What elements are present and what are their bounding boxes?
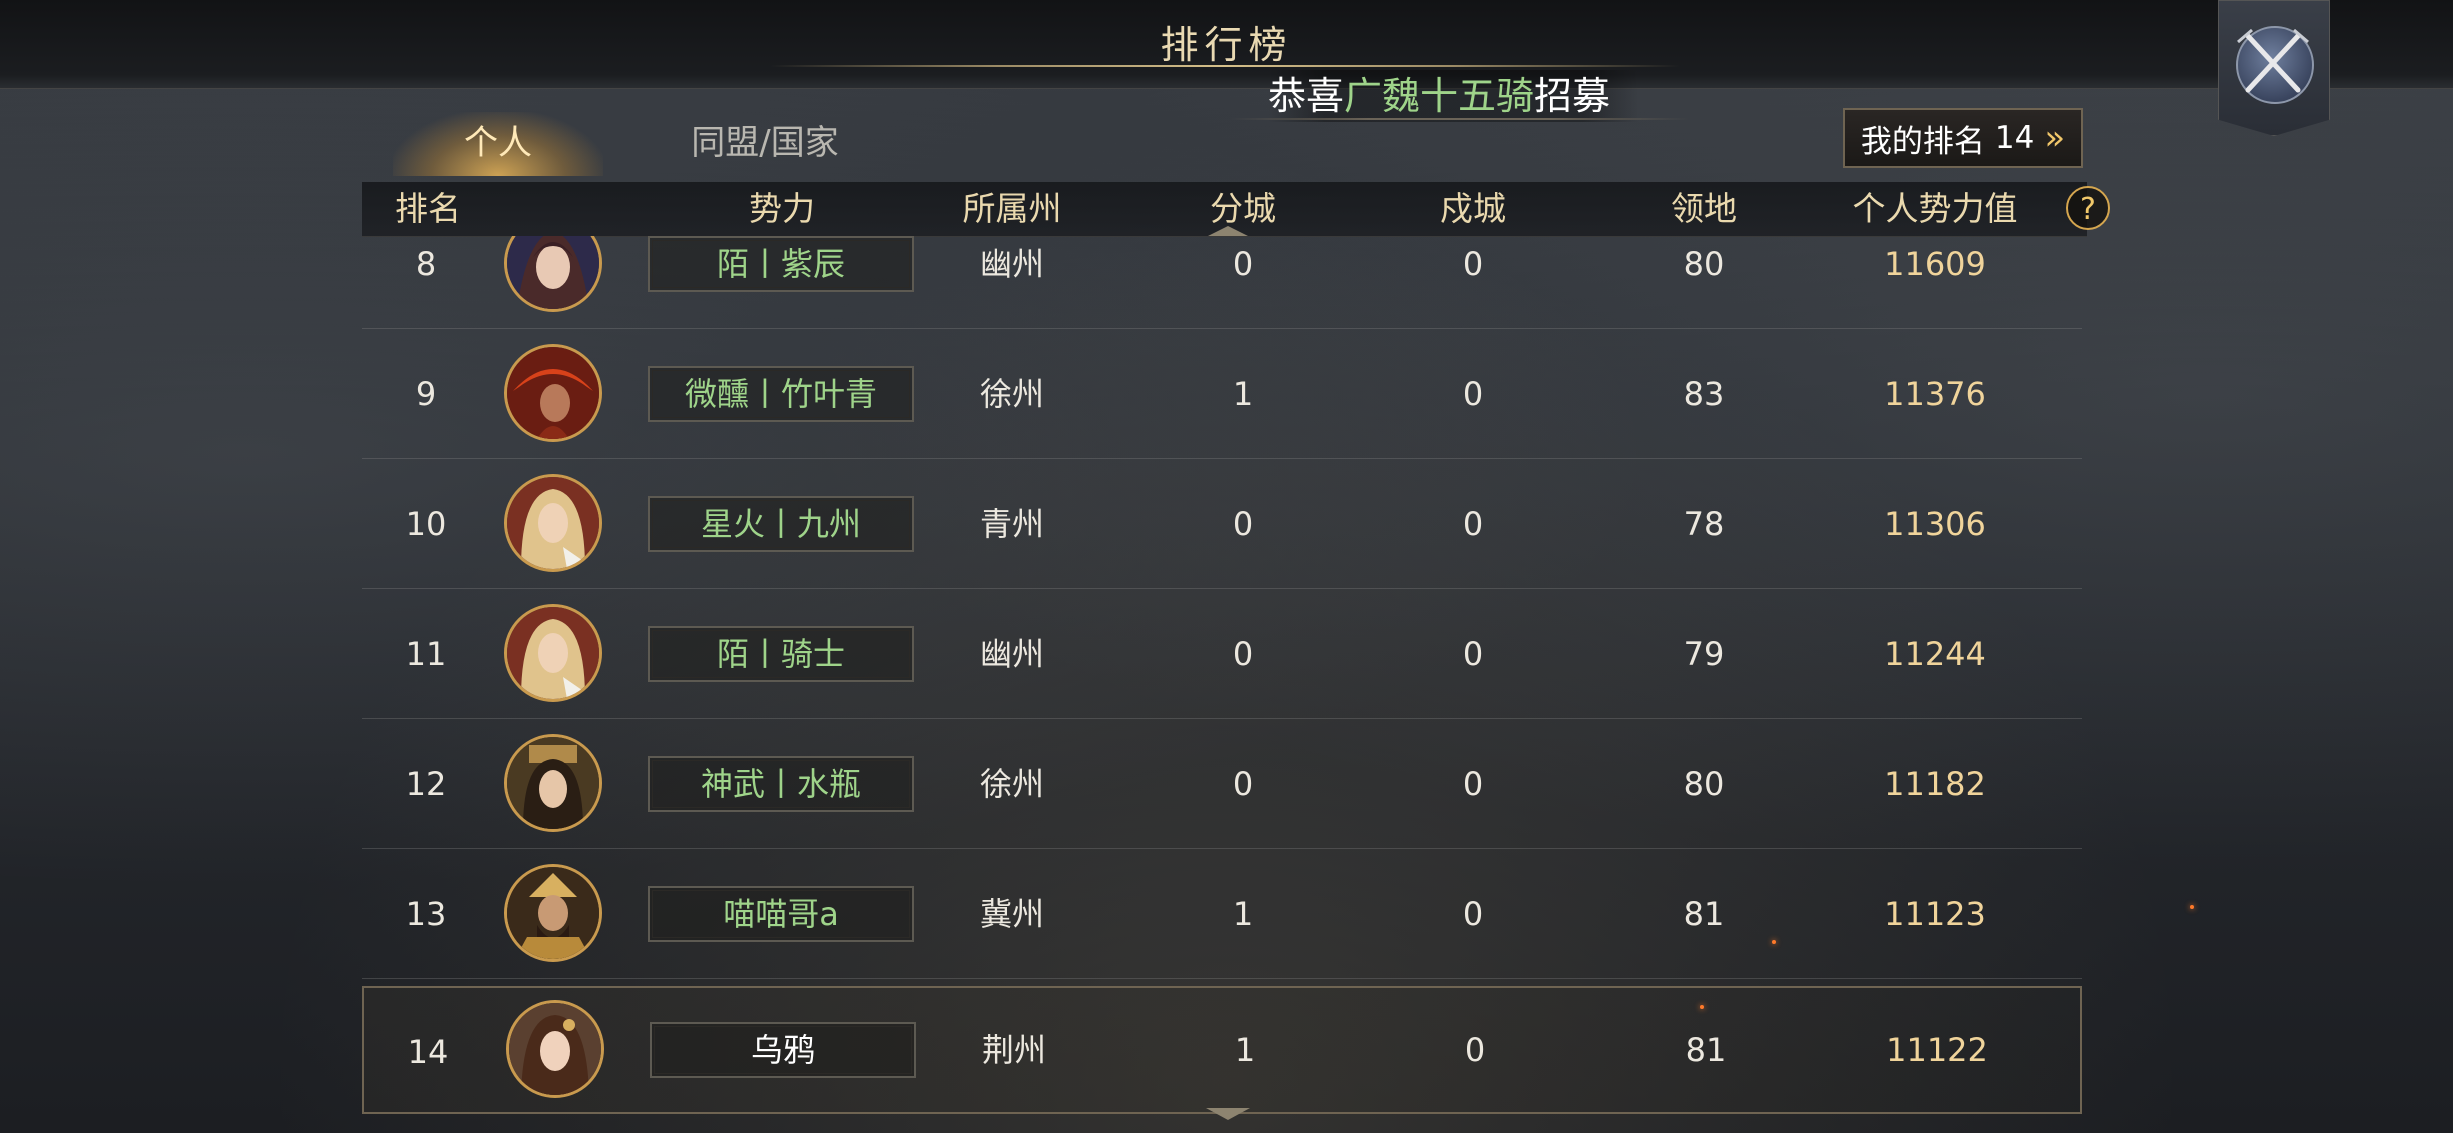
table-row[interactable]: 12 神武丨水瓶 徐州 0 0 80 11182 <box>362 720 2082 849</box>
branch-city-cell: 0 <box>1232 765 1254 803</box>
crossed-swords-icon <box>2237 28 2309 93</box>
state-cell: 荆州 <box>981 1031 1047 1069</box>
power-cell: 11123 <box>1884 895 1986 933</box>
header-power: 个人势力值 <box>1852 189 2018 228</box>
table-row[interactable]: 9 微醺丨竹叶青 徐州 1 0 83 11376 <box>362 330 2082 459</box>
header-faction: 势力 <box>749 189 815 228</box>
faction-name[interactable]: 神武丨水瓶 <box>648 756 914 812</box>
avatar[interactable] <box>504 236 602 312</box>
power-cell: 11122 <box>1886 1031 1988 1069</box>
ticker-highlight: 广魏十五骑 <box>1344 74 1535 118</box>
branch-city-cell: 0 <box>1232 505 1254 543</box>
rank-cell: 13 <box>405 895 447 933</box>
close-button[interactable] <box>2218 0 2330 136</box>
scroll-down-indicator[interactable] <box>1206 1108 1250 1120</box>
avatar[interactable] <box>504 474 602 572</box>
state-cell: 幽州 <box>979 245 1045 283</box>
avatar[interactable] <box>504 734 602 832</box>
state-cell: 幽州 <box>979 635 1045 673</box>
header-garrison-city: 戍城 <box>1440 189 1506 228</box>
state-cell: 徐州 <box>979 765 1045 803</box>
garrison-city-cell: 0 <box>1462 245 1484 283</box>
territory-cell: 79 <box>1683 635 1725 673</box>
power-cell: 11376 <box>1884 375 1986 413</box>
rank-cell: 12 <box>405 765 447 803</box>
rank-cell: 14 <box>407 1033 449 1071</box>
my-rank-button[interactable]: 我的排名 14 » <box>1843 108 2083 168</box>
ticker-frame <box>1230 118 1690 120</box>
portrait-icon <box>507 607 599 699</box>
portrait-icon <box>507 236 599 309</box>
territory-cell: 81 <box>1683 895 1725 933</box>
branch-city-cell: 0 <box>1232 245 1254 283</box>
portrait-icon <box>507 867 599 959</box>
ticker-suffix: 招募 <box>1534 74 1611 118</box>
branch-city-cell: 1 <box>1234 1031 1256 1069</box>
garrison-city-cell: 0 <box>1462 765 1484 803</box>
question-icon[interactable]: ? <box>2066 186 2110 230</box>
power-cell: 11182 <box>1884 765 1986 803</box>
table-row[interactable]: 8 陌丨紫辰 幽州 0 0 80 11609 <box>362 236 2082 329</box>
power-cell: 11244 <box>1884 635 1986 673</box>
rank-cell: 11 <box>405 635 447 673</box>
avatar[interactable] <box>504 344 602 442</box>
ember-particle <box>1700 1005 1704 1009</box>
state-cell: 青州 <box>979 505 1045 543</box>
portrait-icon <box>509 1003 601 1095</box>
garrison-city-cell: 0 <box>1462 375 1484 413</box>
tab-alliance-nation[interactable]: 同盟/国家 <box>640 112 890 176</box>
header-state: 所属州 <box>962 189 1062 228</box>
chevron-right-icon: » <box>2044 118 2066 158</box>
table-row[interactable]: 13 喵喵哥a 冀州 1 0 81 11123 <box>362 850 2082 979</box>
avatar[interactable] <box>506 1000 604 1098</box>
scroll-up-indicator <box>1208 226 1248 236</box>
branch-city-cell: 1 <box>1232 375 1254 413</box>
ember-particle <box>1772 940 1776 944</box>
portrait-icon <box>507 477 599 569</box>
header-territory: 领地 <box>1671 189 1737 228</box>
faction-name[interactable]: 微醺丨竹叶青 <box>648 366 914 422</box>
header-rank: 排名 <box>395 189 461 228</box>
faction-name[interactable]: 陌丨紫辰 <box>648 236 914 292</box>
branch-city-cell: 0 <box>1232 635 1254 673</box>
faction-name[interactable]: 乌鸦 <box>650 1022 916 1078</box>
garrison-city-cell: 0 <box>1462 895 1484 933</box>
state-cell: 冀州 <box>979 895 1045 933</box>
territory-cell: 80 <box>1683 765 1725 803</box>
ranking-list[interactable]: 8 陌丨紫辰 幽州 0 0 80 11609 9 微醺丨竹叶青 徐州 1 0 8… <box>362 236 2087 1116</box>
portrait-icon <box>507 347 599 439</box>
territory-cell: 81 <box>1685 1031 1727 1069</box>
garrison-city-cell: 0 <box>1462 635 1484 673</box>
territory-cell: 78 <box>1683 505 1725 543</box>
branch-city-cell: 1 <box>1232 895 1254 933</box>
portrait-icon <box>507 737 599 829</box>
faction-name[interactable]: 星火丨九州 <box>648 496 914 552</box>
rank-cell: 8 <box>415 245 437 283</box>
territory-cell: 80 <box>1683 245 1725 283</box>
faction-name[interactable]: 陌丨骑士 <box>648 626 914 682</box>
rank-cell: 9 <box>415 375 437 413</box>
my-rank-value: 14 <box>1994 120 2035 156</box>
table-row[interactable]: 10 星火丨九州 青州 0 0 78 11306 <box>362 460 2082 589</box>
garrison-city-cell: 0 <box>1462 505 1484 543</box>
table-row[interactable]: 11 陌丨骑士 幽州 0 0 79 11244 <box>362 590 2082 719</box>
announcement-ticker: 恭喜广魏十五骑招募 <box>1268 70 1638 122</box>
page-title: 排行榜 <box>1160 23 1293 67</box>
power-cell: 11306 <box>1884 505 1986 543</box>
my-rank-label: 我的排名 <box>1860 123 1985 160</box>
faction-name[interactable]: 喵喵哥a <box>648 886 914 942</box>
power-cell: 11609 <box>1884 245 1986 283</box>
tab-personal[interactable]: 个人 <box>393 112 603 176</box>
top-bar: 排行榜 <box>0 0 2453 89</box>
ticker-prefix: 恭喜 <box>1268 74 1345 118</box>
avatar[interactable] <box>504 604 602 702</box>
garrison-city-cell: 0 <box>1464 1031 1486 1069</box>
state-cell: 徐州 <box>979 375 1045 413</box>
ember-particle <box>2190 905 2194 909</box>
title-divider <box>770 65 1680 67</box>
territory-cell: 83 <box>1683 375 1725 413</box>
rank-cell: 10 <box>405 505 447 543</box>
avatar[interactable] <box>504 864 602 962</box>
table-row-self[interactable]: 14 乌鸦 荆州 1 0 81 11122 <box>362 986 2082 1114</box>
